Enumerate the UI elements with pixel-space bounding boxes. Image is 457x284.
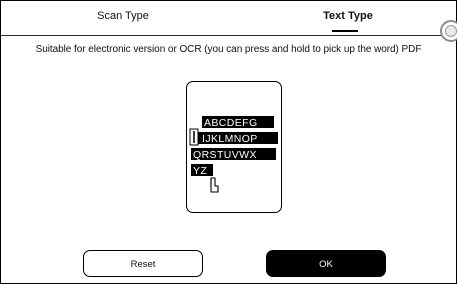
reset-button[interactable]: Reset xyxy=(83,250,203,277)
text-cursor-icon xyxy=(189,128,199,146)
tab-scan-type[interactable]: Scan Type xyxy=(83,10,163,23)
text-line-2: IJKLMNOP xyxy=(202,133,258,145)
side-handle-icon[interactable] xyxy=(440,20,457,42)
text-line-4: YZ xyxy=(193,165,207,177)
text-line-1: ABCDEFG xyxy=(204,117,258,129)
tab-bar: Scan Type Text Type xyxy=(1,1,456,36)
description-text: Suitable for electronic version or OCR (… xyxy=(35,44,422,55)
side-handle-inner xyxy=(445,25,457,37)
ok-button[interactable]: OK xyxy=(266,250,386,277)
tab-text-type[interactable]: Text Type xyxy=(308,10,388,23)
pointer-hand-icon xyxy=(210,177,219,193)
tab-selected-indicator xyxy=(332,30,358,32)
illustration-graphic: ABCDEFG IJKLMNOP QRSTUVWX YZ xyxy=(189,116,278,193)
text-type-illustration: ABCDEFG IJKLMNOP QRSTUVWX YZ xyxy=(186,81,282,213)
text-line-3: QRSTUVWX xyxy=(193,149,257,161)
dialog-frame: Scan Type Text Type Suitable for electro… xyxy=(0,0,457,284)
